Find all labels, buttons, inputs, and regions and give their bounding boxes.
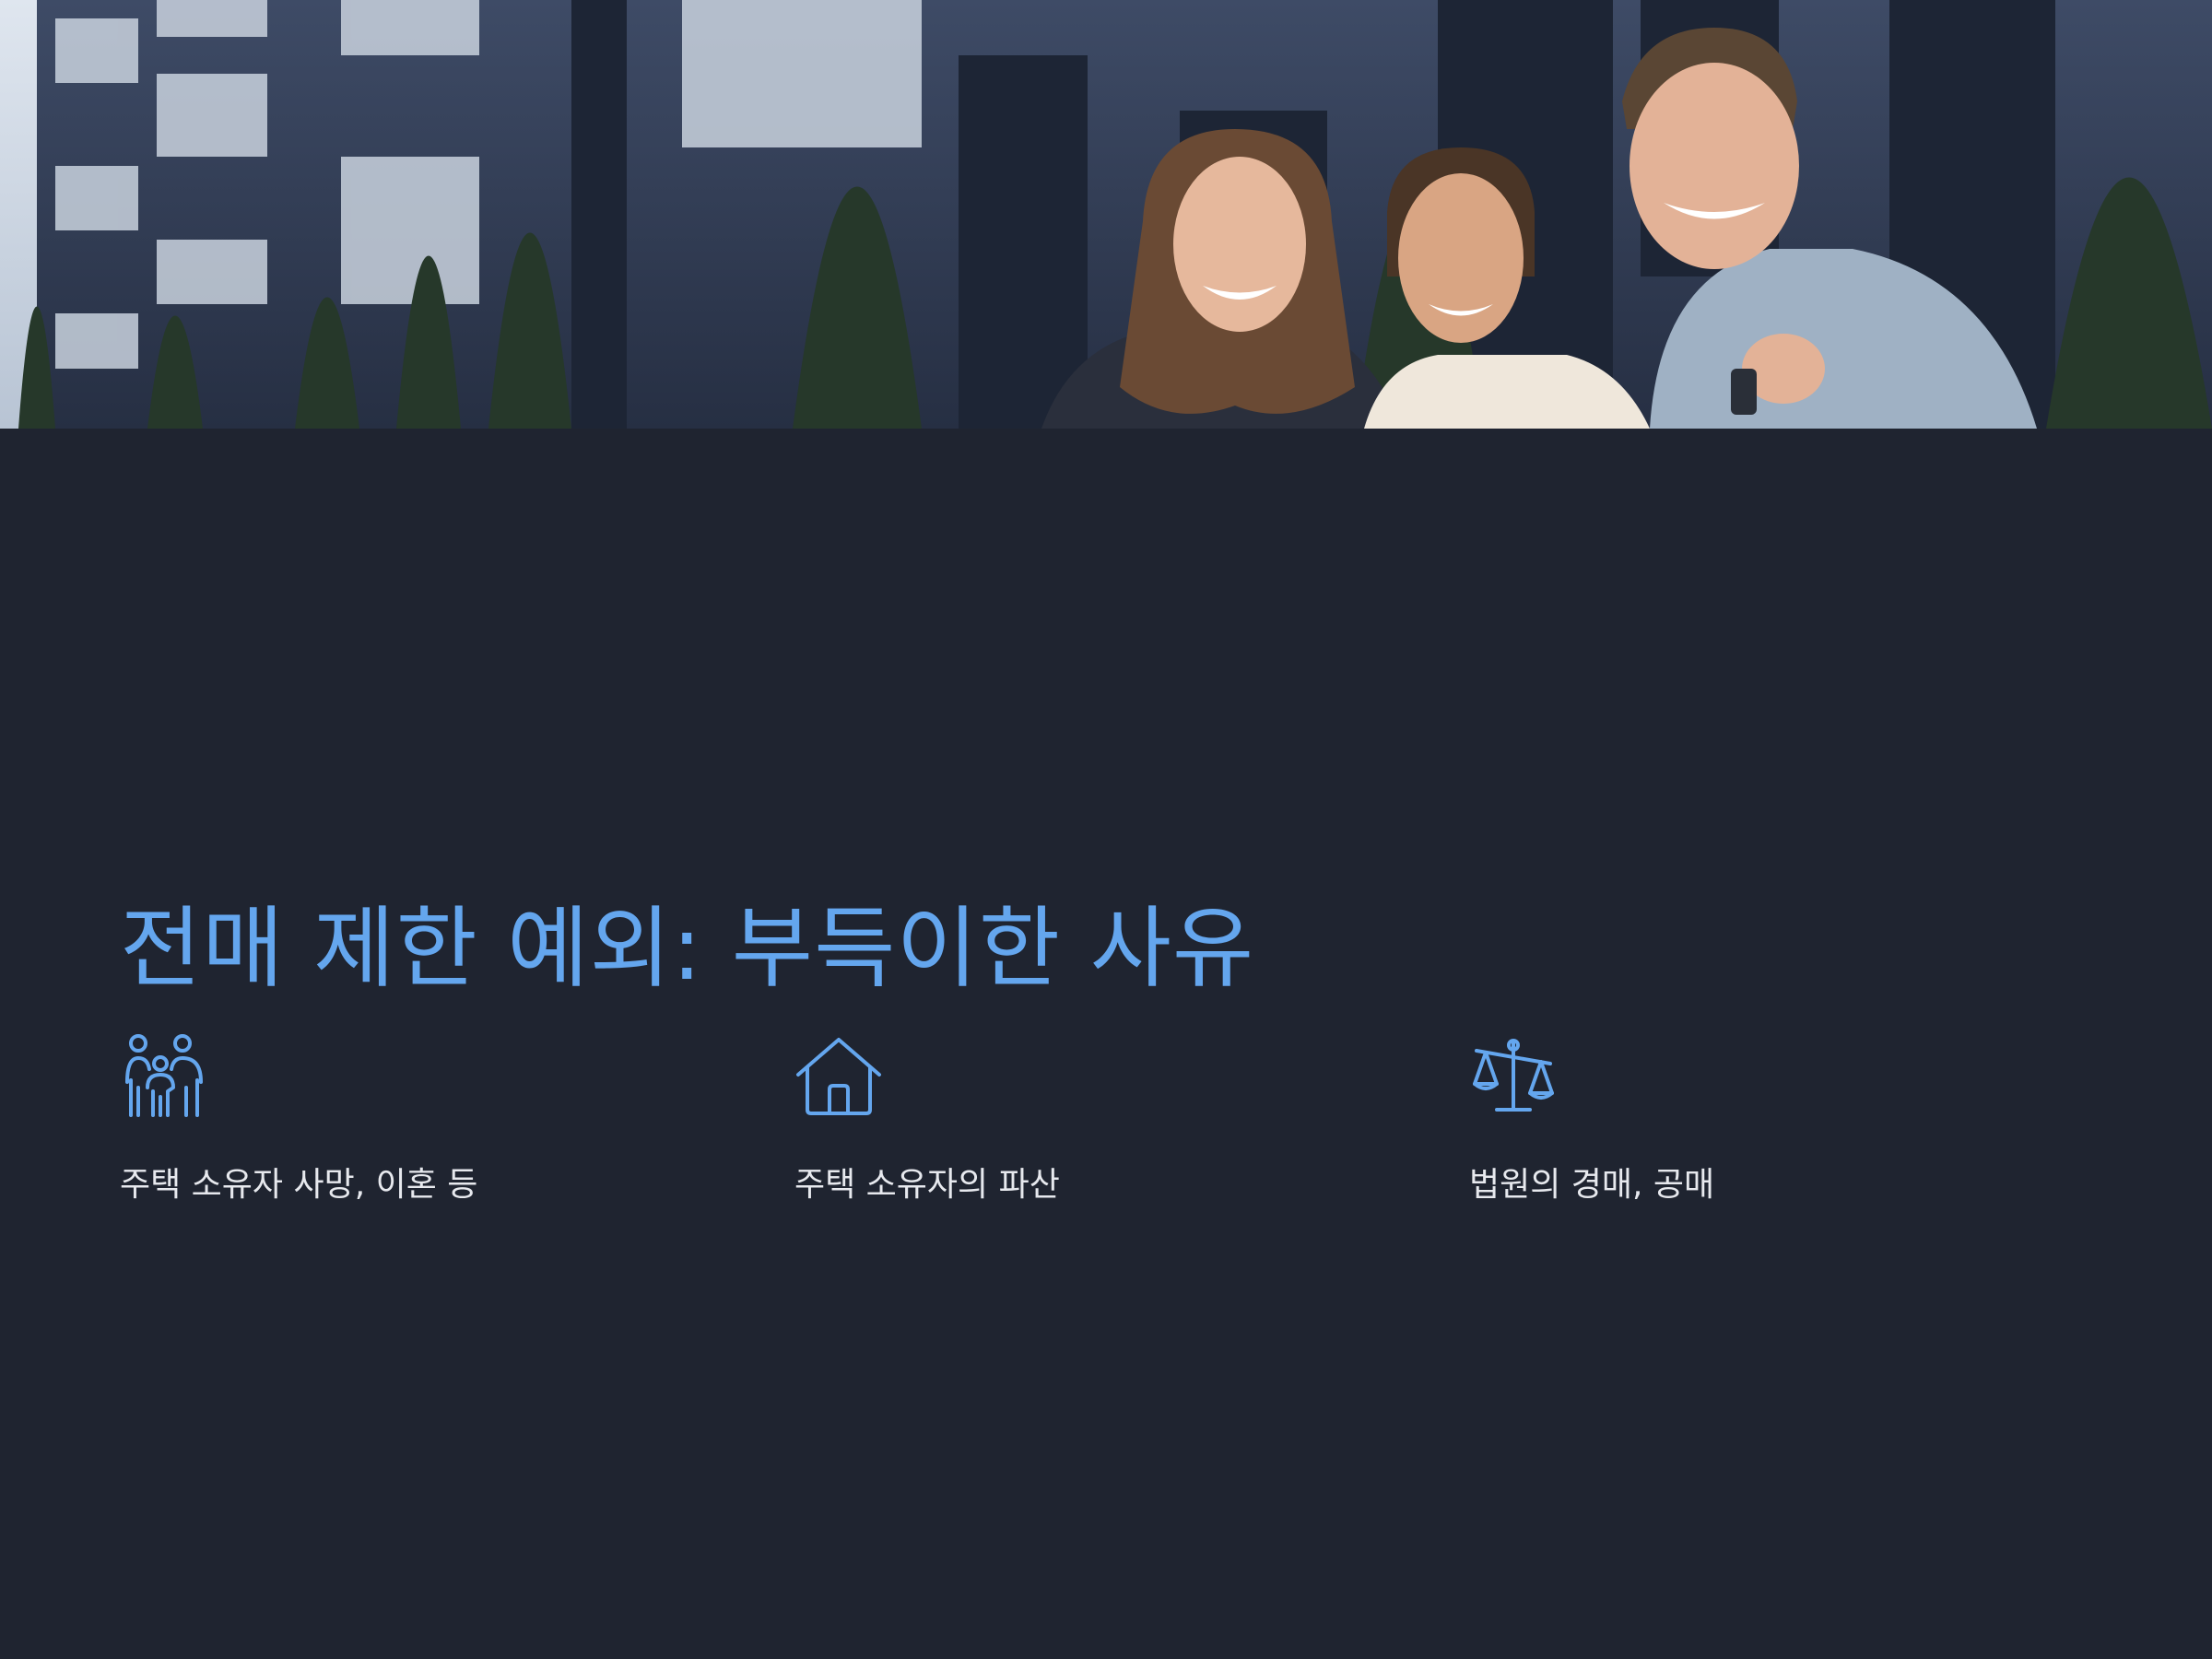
feature-court-auction: 법원의 경매, 공매 [1469,1032,2059,1206]
page-title: 전매 제한 예외: 부득이한 사유 [120,897,1255,1000]
feature-owner-bankruptcy: 주택 소유자의 파산 [794,1032,1384,1206]
house-icon [796,1038,881,1115]
feature-label: 주택 소유자 사망, 이혼 등 [120,1166,478,1204]
feature-owner-death-divorce: 주택 소유자 사망, 이혼 등 [120,1032,710,1206]
feature-label: 법원의 경매, 공매 [1469,1166,1715,1204]
hero-photo [0,0,2212,429]
scales-icon [1473,1039,1554,1112]
feature-label: 주택 소유자의 파산 [794,1166,1060,1204]
family-icon [125,1034,203,1117]
content-section: 전매 제한 예외: 부득이한 사유 주택 소유자 사망, 이혼 등 주택 소유자… [0,429,2212,1659]
